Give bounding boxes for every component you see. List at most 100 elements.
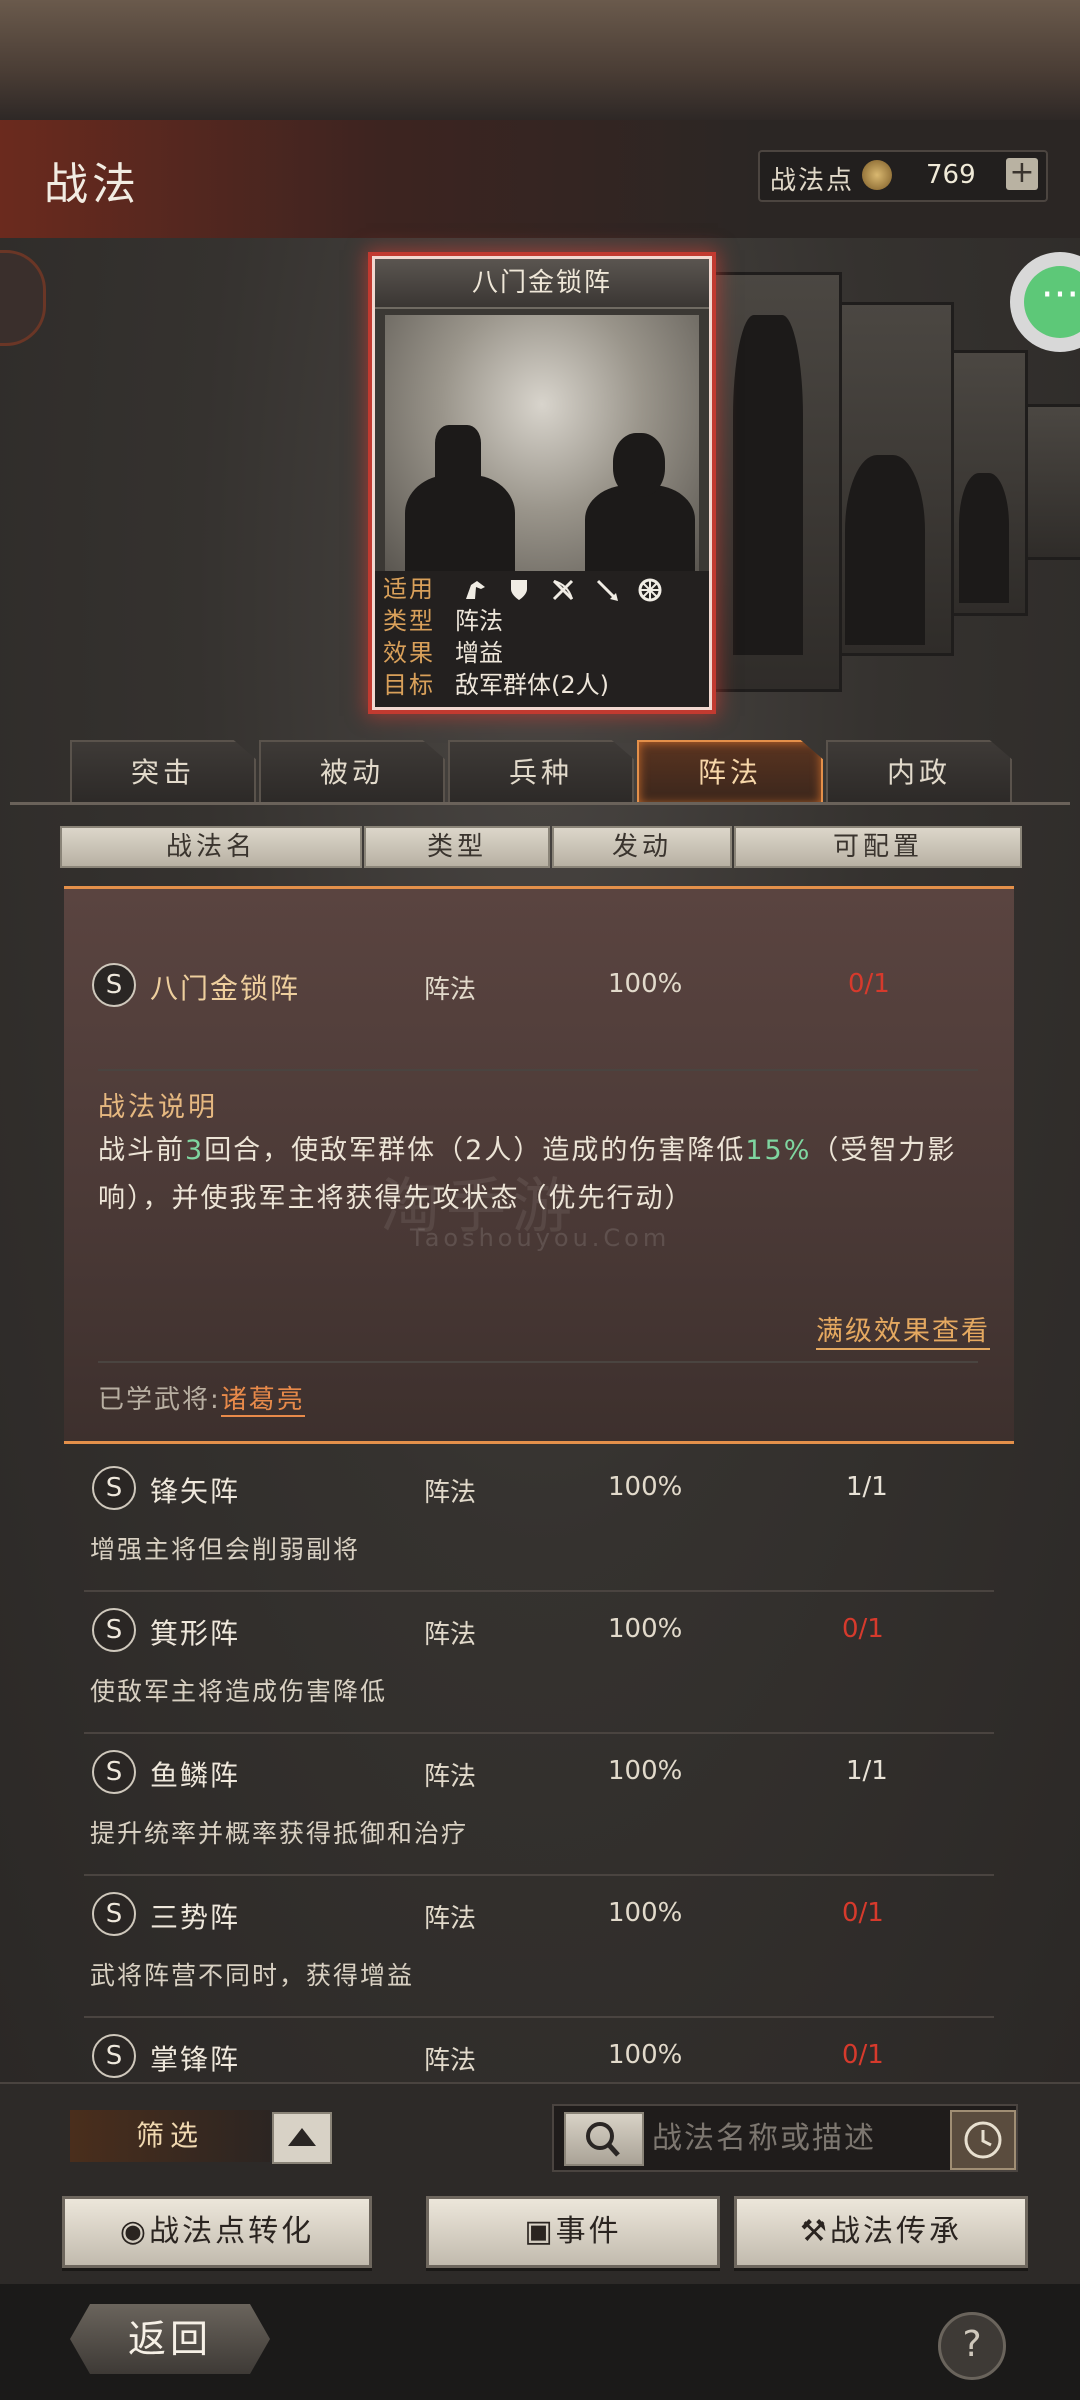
chat-icon: ···	[1024, 266, 1080, 338]
tab-divider	[10, 802, 1070, 805]
spear-icon	[596, 579, 618, 601]
divider	[98, 1069, 978, 1071]
tactic-rate: 100%	[608, 1614, 683, 1644]
bow-icon	[552, 579, 573, 601]
tactic-type: 阵法	[424, 1478, 477, 1508]
grade-badge: S	[92, 963, 136, 1007]
cavalry-icon	[465, 581, 485, 599]
desc-highlight-rounds: 3	[185, 1135, 205, 1166]
list-item[interactable]: S 锋矢阵 阵法 100% 1/1 增强主将但会削弱副将	[64, 1454, 1014, 1594]
column-header-config[interactable]: 可配置	[734, 826, 1022, 868]
desc-highlight-percent: 15%	[745, 1135, 812, 1166]
page-title: 战法	[44, 159, 140, 210]
info-key-effect: 效果	[383, 639, 435, 667]
grade-badge: S	[92, 2034, 136, 2078]
selected-tactic-card[interactable]: 八门金锁阵 适用 类型 阵法 效果 增益 目标 敌军群体(2人)	[372, 256, 712, 710]
search-icon[interactable]	[564, 2112, 644, 2166]
convert-points-label: 战法点转化	[149, 2214, 315, 2249]
tab-passive[interactable]: 被动	[259, 740, 445, 804]
tab-assault[interactable]: 突击	[70, 740, 256, 804]
convert-points-button[interactable]: ◉战法点转化	[62, 2196, 372, 2268]
tactic-config: 0/1	[842, 1614, 884, 1644]
divider	[84, 1874, 994, 1876]
tactic-config: 0/1	[848, 969, 890, 999]
filter-button[interactable]: 筛选	[70, 2110, 270, 2162]
filter-toggle-arrow-icon[interactable]	[272, 2112, 332, 2164]
divider	[98, 1361, 978, 1363]
card-info-target: 目标 敌军群体(2人)	[383, 669, 701, 701]
card-artwork	[385, 315, 699, 571]
search-box	[552, 2104, 1018, 2172]
list-item[interactable]: S 鱼鳞阵 阵法 100% 1/1 提升统率并概率获得抵御和治疗	[64, 1738, 1014, 1878]
tactic-name: 八门金锁阵	[150, 972, 301, 1005]
card-info-effect: 效果 增益	[383, 637, 701, 669]
watermark-url: Taoshouyou.Com	[410, 1224, 671, 1252]
tactic-name: 鱼鳞阵	[150, 1759, 241, 1792]
shield-icon	[511, 580, 528, 600]
top-banner	[0, 0, 1080, 120]
tactic-rate: 100%	[608, 1898, 683, 1928]
tactic-summary: 提升统率并概率获得抵御和治疗	[90, 1819, 469, 1848]
tactic-list[interactable]: S 八门金锁阵 阵法 100% 0/1 战法说明 战斗前3回合，使敌军群体（2人…	[64, 886, 1014, 2082]
tab-formation[interactable]: 阵法	[637, 740, 823, 804]
grade-badge: S	[92, 1608, 136, 1652]
inherit-button[interactable]: ⚒战法传承	[734, 2196, 1028, 2268]
fire-icon: ◉	[119, 2214, 150, 2249]
column-header-type[interactable]: 类型	[364, 826, 550, 868]
full-effect-link[interactable]: 满级效果查看	[816, 1309, 990, 1350]
card-preview-0[interactable]	[702, 272, 842, 692]
info-key-target: 目标	[383, 671, 435, 699]
info-value-target: 敌军群体(2人)	[455, 671, 609, 699]
tactic-name: 箕形阵	[150, 1617, 241, 1650]
grade-badge: S	[92, 1750, 136, 1794]
learned-label: 已学武将:	[98, 1385, 221, 1415]
card-info-panel: 适用 类型 阵法 效果 增益 目标 敌军群体(2人)	[375, 571, 709, 707]
tactic-points-icon	[862, 160, 892, 190]
hammer-icon: ⚒	[800, 2214, 830, 2249]
help-button[interactable]: ?	[938, 2312, 1006, 2380]
tactic-type: 阵法	[424, 1762, 477, 1792]
tactic-type: 阵法	[424, 1620, 477, 1650]
event-label: 事件	[555, 2214, 622, 2249]
tactic-config: 0/1	[842, 2040, 884, 2070]
desc-text-1: 战斗前	[98, 1135, 185, 1166]
learned-general-link[interactable]: 诸葛亮	[220, 1385, 305, 1417]
tactic-config: 0/1	[842, 1898, 884, 1928]
divider	[84, 2016, 994, 2018]
tactic-name: 掌锋阵	[150, 2043, 241, 2076]
tactic-name: 锋矢阵	[150, 1475, 241, 1508]
search-input[interactable]	[650, 2114, 924, 2162]
card-preview-3[interactable]	[1022, 404, 1080, 560]
back-button[interactable]: 返回	[70, 2304, 270, 2374]
tactic-rate: 100%	[608, 2040, 683, 2070]
description-title: 战法说明	[98, 1092, 218, 1123]
grade-badge: S	[92, 1466, 136, 1510]
grade-badge: S	[92, 1892, 136, 1936]
card-info-type: 类型 阵法	[383, 605, 701, 637]
event-icon: ▣	[524, 2214, 556, 2249]
column-header-rate[interactable]: 发动	[552, 826, 732, 868]
divider	[84, 1590, 994, 1592]
tab-troop[interactable]: 兵种	[448, 740, 634, 804]
tactic-summary: 使敌军主将造成伤害降低	[90, 1677, 388, 1706]
info-key-applicable: 适用	[383, 575, 435, 603]
history-clock-icon[interactable]	[950, 2110, 1016, 2170]
list-item[interactable]: S 掌锋阵 阵法 100% 0/1	[64, 2022, 1014, 2082]
learned-generals: 已学武将:诸葛亮	[98, 1379, 305, 1417]
tactic-summary: 武将阵营不同时，获得增益	[90, 1961, 415, 1990]
tactic-points-panel: 战法点 769 +	[758, 150, 1048, 202]
tactic-type: 阵法	[424, 1904, 477, 1934]
tactic-rate: 100%	[608, 1756, 683, 1786]
list-item[interactable]: S 三势阵 阵法 100% 0/1 武将阵营不同时，获得增益	[64, 1880, 1014, 2020]
tactic-rate: 100%	[608, 1472, 683, 1502]
info-value-effect: 增益	[455, 639, 503, 667]
tactic-name: 三势阵	[150, 1901, 241, 1934]
tactic-rate: 100%	[608, 969, 683, 999]
tactic-config: 1/1	[846, 1472, 888, 1502]
column-header-name[interactable]: 战法名	[60, 826, 362, 868]
tab-internal[interactable]: 内政	[826, 740, 1012, 804]
event-button[interactable]: ▣事件	[426, 2196, 720, 2268]
tactic-points-label: 战法点	[770, 166, 855, 196]
add-points-button[interactable]: +	[1006, 158, 1038, 190]
list-item[interactable]: S 箕形阵 阵法 100% 0/1 使敌军主将造成伤害降低	[64, 1596, 1014, 1736]
